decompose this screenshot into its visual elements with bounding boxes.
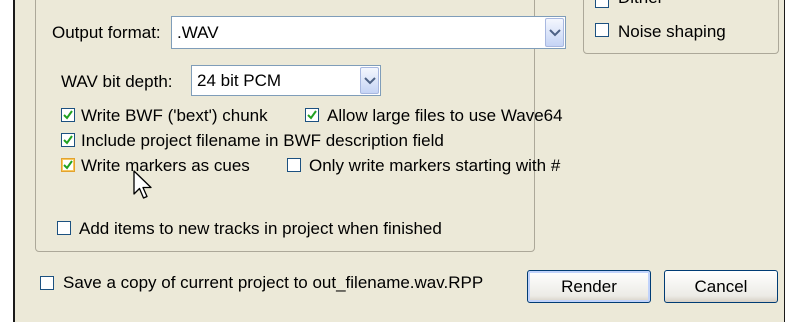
wav-bit-depth-dropdown-button[interactable]	[360, 67, 379, 94]
check-icon	[63, 160, 73, 170]
window-outside	[785, 0, 805, 322]
write-bwf-label: Write BWF ('bext') chunk	[81, 106, 268, 125]
wav-bit-depth-select[interactable]: 24 bit PCM	[191, 65, 381, 96]
only-markers-checkbox[interactable]	[287, 158, 301, 172]
wav-bit-depth-label: WAV bit depth:	[61, 72, 173, 91]
cancel-button[interactable]: Cancel	[664, 270, 778, 303]
add-items-label: Add items to new tracks in project when …	[79, 219, 442, 238]
write-markers-checkbox[interactable]	[61, 158, 75, 172]
save-copy-checkbox[interactable]	[40, 276, 54, 290]
output-format-value: .WAV	[177, 22, 219, 42]
allow-large-files-label: Allow large files to use Wave64	[327, 106, 563, 125]
include-filename-label: Include project filename in BWF descript…	[81, 131, 444, 150]
check-icon	[63, 135, 73, 145]
noise-shaping-label: Noise shaping	[618, 22, 726, 41]
dither-checkbox[interactable]	[595, 0, 609, 8]
render-button[interactable]: Render	[527, 270, 651, 303]
output-format-label: Output format:	[52, 23, 161, 42]
check-icon	[307, 110, 317, 120]
noise-shaping-checkbox[interactable]	[595, 23, 609, 37]
save-copy-label: Save a copy of current project to out_fi…	[63, 273, 484, 292]
chevron-down-icon	[549, 28, 561, 36]
mouse-cursor-icon	[133, 170, 152, 199]
output-format-select[interactable]: .WAV	[171, 16, 566, 49]
write-markers-label: Write markers as cues	[81, 156, 250, 175]
allow-large-files-checkbox[interactable]	[305, 108, 319, 122]
wav-bit-depth-value: 24 bit PCM	[197, 70, 282, 90]
check-icon	[63, 110, 73, 120]
output-format-dropdown-button[interactable]	[545, 18, 564, 47]
add-items-checkbox[interactable]	[57, 221, 71, 235]
chevron-down-icon	[364, 76, 376, 84]
only-markers-label: Only write markers starting with #	[309, 156, 561, 175]
write-bwf-checkbox[interactable]	[61, 108, 75, 122]
include-filename-checkbox[interactable]	[61, 133, 75, 147]
dither-label: Dither	[618, 0, 663, 8]
